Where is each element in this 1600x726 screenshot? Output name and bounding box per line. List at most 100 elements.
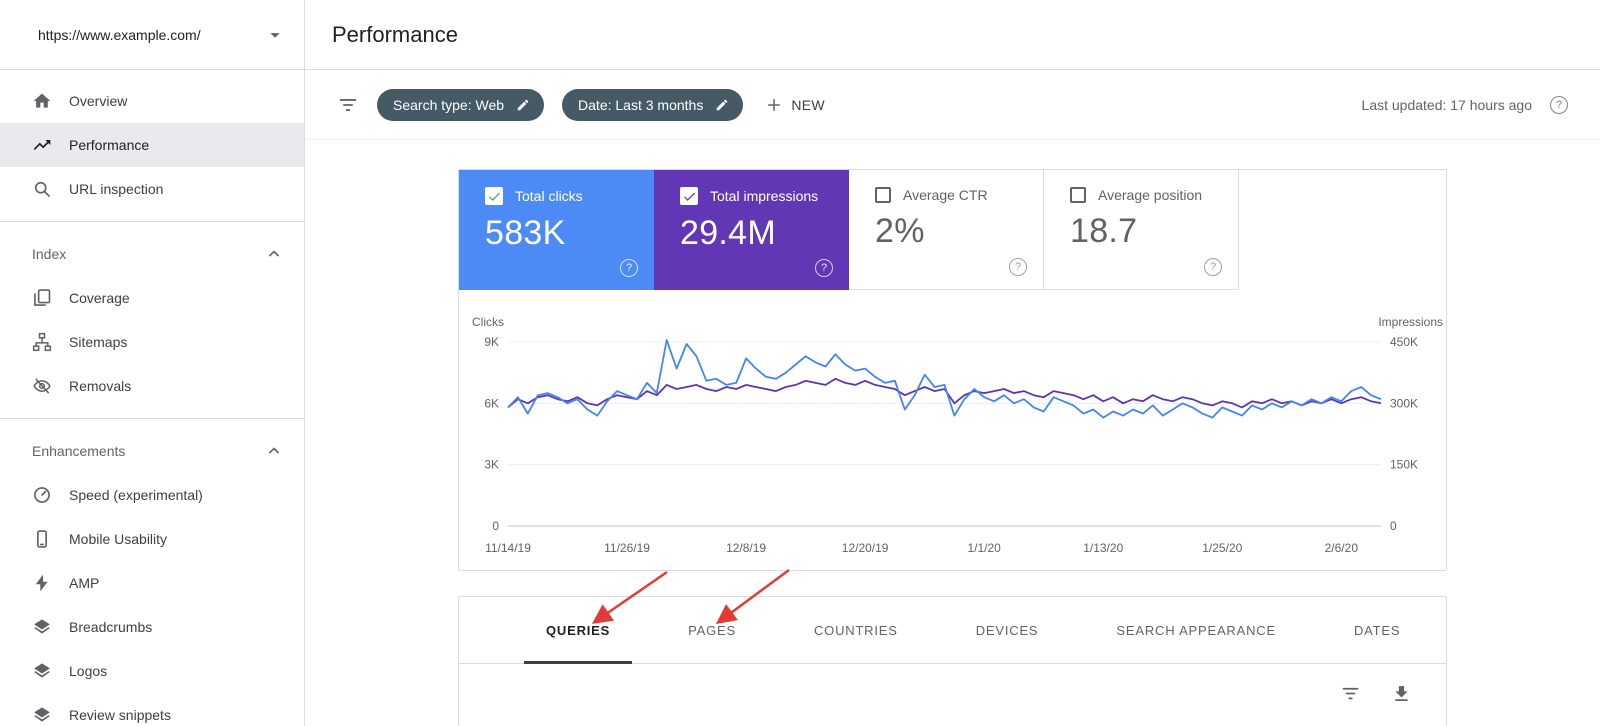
chevron-up-icon: [264, 244, 284, 264]
property-url: https://www.example.com/: [38, 27, 201, 43]
sidebar-nav: Overview Performance URL inspection Inde…: [0, 70, 304, 726]
sidebar-section-enhancements[interactable]: Enhancements: [0, 429, 304, 473]
metric-tile-average-ctr[interactable]: Average CTR 2% ?: [849, 170, 1044, 290]
svg-text:Impressions: Impressions: [1378, 315, 1443, 329]
chip-label: Search type: Web: [393, 97, 504, 113]
svg-text:12/20/19: 12/20/19: [842, 541, 889, 555]
sidebar-item-url-inspection[interactable]: URL inspection: [0, 167, 304, 211]
help-icon[interactable]: ?: [1009, 258, 1027, 276]
sidebar-item-label: Coverage: [69, 290, 130, 306]
content-area: Total clicks 583K ? Total impressions 29…: [305, 140, 1600, 726]
date-range-chip[interactable]: Date: Last 3 months: [562, 89, 743, 121]
search-icon: [32, 179, 52, 199]
tile-filler: [1239, 170, 1446, 290]
sidebar-item-breadcrumbs[interactable]: Breadcrumbs: [0, 605, 304, 649]
checkbox-checked-icon[interactable]: [485, 187, 503, 205]
performance-chart[interactable]: 003K150K6K300K9K450KClicksImpressions11/…: [460, 312, 1447, 562]
svg-text:0: 0: [1390, 519, 1397, 533]
property-selector[interactable]: https://www.example.com/: [0, 0, 304, 70]
sidebar-item-label: Mobile Usability: [69, 531, 167, 547]
sidebar-item-performance[interactable]: Performance: [0, 123, 304, 167]
svg-text:1/1/20: 1/1/20: [967, 541, 1001, 555]
svg-text:300K: 300K: [1390, 396, 1418, 410]
help-icon[interactable]: ?: [1550, 96, 1568, 114]
metric-label: Total clicks: [515, 188, 583, 204]
layers-icon: [32, 661, 52, 681]
download-icon[interactable]: [1391, 683, 1412, 704]
tab-search-appearance[interactable]: SEARCH APPEARANCE: [1094, 597, 1298, 663]
metric-tile-total-impressions[interactable]: Total impressions 29.4M ?: [654, 170, 849, 290]
sidebar-item-label: Review snippets: [69, 707, 171, 723]
section-header-label: Index: [32, 246, 66, 262]
checkbox-unchecked-icon[interactable]: [875, 187, 891, 203]
sitemap-icon: [32, 332, 52, 352]
visibility-off-icon: [32, 376, 52, 396]
sidebar-item-sitemaps[interactable]: Sitemaps: [0, 320, 304, 364]
sidebar-item-label: Overview: [69, 93, 127, 109]
sidebar-item-removals[interactable]: Removals: [0, 364, 304, 408]
last-updated-text: Last updated: 17 hours ago: [1362, 97, 1532, 113]
new-filter-button[interactable]: NEW: [765, 96, 825, 114]
metric-label: Average position: [1098, 187, 1202, 203]
sidebar-item-review-snippets[interactable]: Review snippets: [0, 693, 304, 726]
svg-text:6K: 6K: [484, 396, 499, 410]
metric-value: 583K: [485, 214, 638, 253]
metric-value: 18.7: [1070, 212, 1222, 251]
trending-up-icon: [32, 135, 52, 155]
sidebar-item-logos[interactable]: Logos: [0, 649, 304, 693]
sidebar-item-label: AMP: [69, 575, 99, 591]
performance-card: Total clicks 583K ? Total impressions 29…: [458, 169, 1447, 571]
tab-queries[interactable]: QUERIES: [524, 597, 632, 663]
sidebar-item-label: URL inspection: [69, 181, 163, 197]
checkbox-unchecked-icon[interactable]: [1070, 187, 1086, 203]
sidebar-item-label: Removals: [69, 378, 131, 394]
layers-icon: [32, 617, 52, 637]
metric-tile-average-position[interactable]: Average position 18.7 ?: [1044, 170, 1239, 290]
checkbox-checked-icon[interactable]: [680, 187, 698, 205]
svg-text:9K: 9K: [484, 335, 499, 349]
metric-label: Average CTR: [903, 187, 988, 203]
sidebar-item-label: Speed (experimental): [69, 487, 203, 503]
search-console-app: https://www.example.com/ Overview Perfor…: [0, 0, 1600, 726]
filter-icon[interactable]: [1340, 683, 1361, 704]
chip-label: Date: Last 3 months: [578, 97, 703, 113]
metric-tiles: Total clicks 583K ? Total impressions 29…: [459, 170, 1446, 290]
new-button-label: NEW: [791, 97, 825, 113]
mobile-icon: [32, 529, 52, 549]
svg-text:1/13/20: 1/13/20: [1083, 541, 1123, 555]
sidebar-item-speed[interactable]: Speed (experimental): [0, 473, 304, 517]
sidebar: https://www.example.com/ Overview Perfor…: [0, 0, 305, 726]
speed-icon: [32, 485, 52, 505]
help-icon[interactable]: ?: [815, 259, 833, 277]
page-title: Performance: [332, 22, 458, 48]
tab-dates[interactable]: DATES: [1332, 597, 1422, 663]
sidebar-item-label: Breadcrumbs: [69, 619, 152, 635]
svg-text:0: 0: [492, 519, 499, 533]
sidebar-section-index[interactable]: Index: [0, 232, 304, 276]
edit-icon: [715, 98, 729, 112]
svg-text:Clicks: Clicks: [472, 315, 504, 329]
chevron-down-icon: [264, 24, 286, 46]
help-icon[interactable]: ?: [620, 259, 638, 277]
sidebar-item-amp[interactable]: AMP: [0, 561, 304, 605]
sidebar-item-overview[interactable]: Overview: [0, 79, 304, 123]
dimensions-card: QUERIES PAGES COUNTRIES DEVICES SEARCH A…: [458, 596, 1447, 726]
search-type-chip[interactable]: Search type: Web: [377, 89, 544, 121]
tab-devices[interactable]: DEVICES: [954, 597, 1061, 663]
sidebar-item-coverage[interactable]: Coverage: [0, 276, 304, 320]
metric-tile-total-clicks[interactable]: Total clicks 583K ?: [459, 170, 654, 290]
tab-countries[interactable]: COUNTRIES: [792, 597, 920, 663]
sidebar-item-label: Logos: [69, 663, 107, 679]
filter-icon[interactable]: [337, 94, 359, 116]
sidebar-item-mobile-usability[interactable]: Mobile Usability: [0, 517, 304, 561]
filter-toolbar: Search type: Web Date: Last 3 months NEW: [305, 70, 1600, 140]
svg-text:2/6/20: 2/6/20: [1325, 541, 1359, 555]
home-icon: [32, 91, 52, 111]
tab-pages[interactable]: PAGES: [666, 597, 758, 663]
sidebar-divider: [0, 221, 304, 222]
help-icon[interactable]: ?: [1204, 258, 1222, 276]
svg-text:3K: 3K: [484, 458, 499, 472]
metric-value: 2%: [875, 212, 1027, 251]
main-area: Performance Search type: Web Date: Last …: [305, 0, 1600, 726]
svg-text:11/14/19: 11/14/19: [485, 541, 531, 555]
